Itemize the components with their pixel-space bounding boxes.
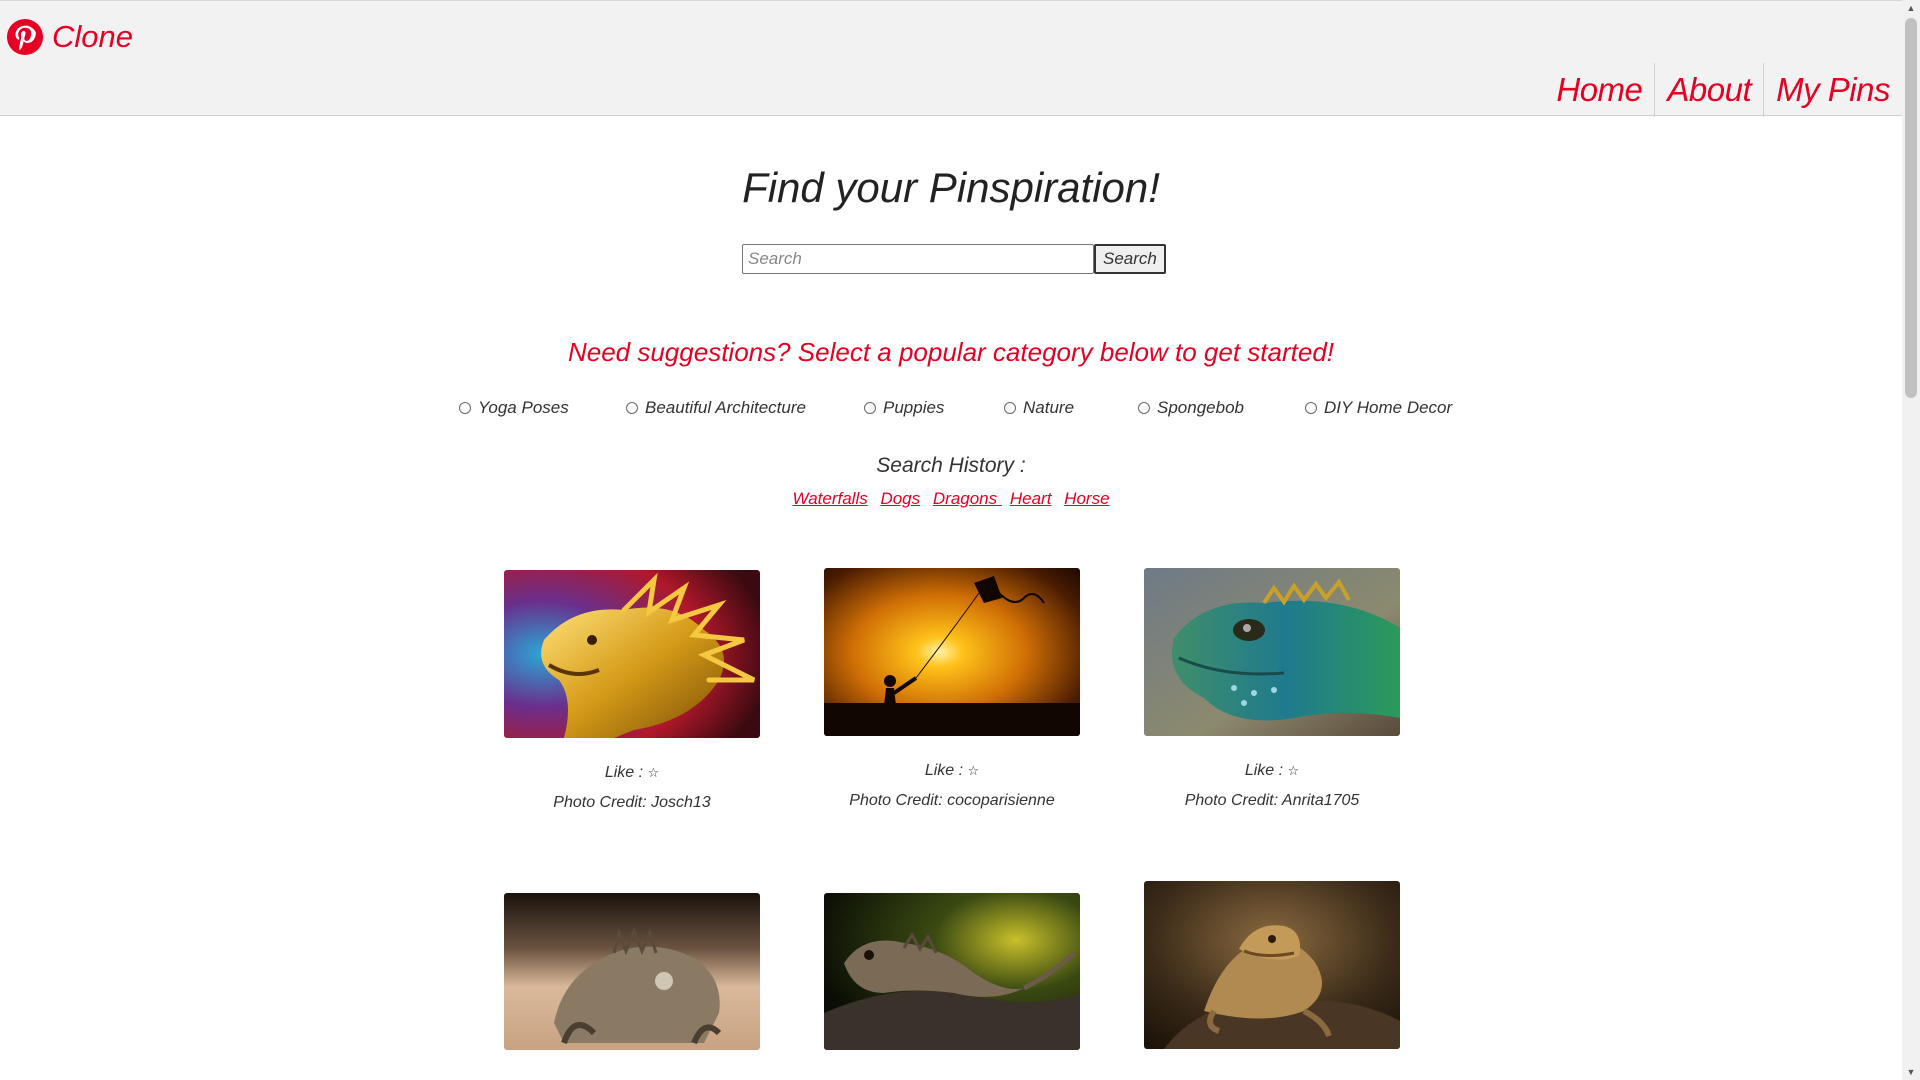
main-nav: Home About My Pins <box>1544 63 1902 117</box>
photo-credit: Photo Credit: Anrita1705 <box>1184 792 1360 809</box>
category-label: DIY Home Decor <box>1324 398 1453 417</box>
pinterest-logo-icon <box>6 18 44 56</box>
pin-image-lizard-rock[interactable] <box>824 893 1080 1050</box>
category-label: Spongebob <box>1157 398 1244 417</box>
brand-link[interactable]: Clone <box>6 17 133 57</box>
photo-credit: Photo Credit: Josch13 <box>553 794 711 811</box>
scrollbar-thumb[interactable] <box>1905 18 1917 398</box>
nav-about[interactable]: About <box>1654 63 1763 117</box>
pin-image-kite-sunset[interactable] <box>824 568 1080 736</box>
pin-card <box>1144 881 1400 1049</box>
category-beautiful-architecture[interactable]: Beautiful Architecture <box>626 398 806 418</box>
like-label: Like : <box>924 762 964 779</box>
search-history-title: Search History : <box>876 454 1026 477</box>
category-spongebob[interactable]: Spongebob <box>1138 398 1244 418</box>
star-icon[interactable]: ☆ <box>1288 763 1300 778</box>
like-label: Like : <box>1244 762 1284 779</box>
search-history-links: Waterfalls Dogs Dragons Heart Horse <box>0 489 1902 509</box>
pin-like: Like : ☆ <box>504 764 760 782</box>
category-diy-home-decor[interactable]: DIY Home Decor <box>1305 398 1452 418</box>
category-label: Beautiful Architecture <box>645 398 806 417</box>
history-link-horse[interactable]: Horse <box>1064 489 1109 508</box>
scroll-down-arrow-icon[interactable]: ▼ <box>1902 1064 1920 1080</box>
pin-image-green-lizard[interactable] <box>1144 568 1400 736</box>
pin-like: Like : ☆ <box>824 762 1080 780</box>
page-scrollbar[interactable]: ▲ ▼ <box>1902 0 1920 1080</box>
radio-button[interactable] <box>864 402 876 414</box>
radio-button[interactable] <box>459 402 471 414</box>
history-link-waterfalls[interactable]: Waterfalls <box>792 489 867 508</box>
radio-button[interactable] <box>1004 402 1016 414</box>
brand-name: Clone <box>52 19 133 54</box>
history-link-heart[interactable]: Heart <box>1010 489 1052 508</box>
pin-card <box>504 893 760 1050</box>
radio-button[interactable] <box>1138 402 1150 414</box>
search-button[interactable]: Search <box>1094 244 1166 274</box>
star-icon[interactable]: ☆ <box>968 763 980 778</box>
pin-card: Like : ☆ Photo Credit: cocoparisienne <box>824 568 1080 810</box>
search-form: Search <box>742 244 1166 274</box>
category-label: Puppies <box>883 398 945 417</box>
history-link-dogs[interactable]: Dogs <box>880 489 920 508</box>
site-header: Clone Home About My Pins <box>0 0 1902 117</box>
star-icon[interactable]: ☆ <box>648 765 660 780</box>
photo-credit: Photo Credit: cocoparisienne <box>849 792 1055 809</box>
pin-card: Like : ☆ Photo Credit: Anrita1705 <box>1144 568 1400 810</box>
category-nature[interactable]: Nature <box>1004 398 1074 418</box>
category-label: Nature <box>1023 398 1075 417</box>
pin-card <box>824 893 1080 1050</box>
radio-button[interactable] <box>626 402 638 414</box>
pin-image-bearded-dragon[interactable] <box>1144 881 1400 1049</box>
category-yoga-poses[interactable]: Yoga Poses <box>459 398 569 418</box>
page-title: Find your Pinspiration! <box>742 164 1160 211</box>
pin-like: Like : ☆ <box>1144 762 1400 780</box>
category-options: Yoga Poses Beautiful Architecture Puppie… <box>0 398 1902 422</box>
history-link-dragons[interactable]: Dragons <box>933 489 1002 508</box>
pin-image-iguana-sand[interactable] <box>504 893 760 1050</box>
search-input[interactable] <box>742 244 1094 274</box>
category-label: Yoga Poses <box>478 398 569 417</box>
nav-home[interactable]: Home <box>1544 63 1654 117</box>
radio-button[interactable] <box>1305 402 1317 414</box>
like-label: Like : <box>604 764 644 781</box>
pin-image-golden-dragon[interactable] <box>504 570 760 738</box>
nav-my-pins[interactable]: My Pins <box>1763 63 1902 117</box>
pin-card: Like : ☆ Photo Credit: Josch13 <box>504 570 760 812</box>
category-puppies[interactable]: Puppies <box>864 398 944 418</box>
suggestions-heading: Need suggestions? Select a popular categ… <box>567 337 1335 367</box>
scroll-up-arrow-icon[interactable]: ▲ <box>1902 0 1920 16</box>
